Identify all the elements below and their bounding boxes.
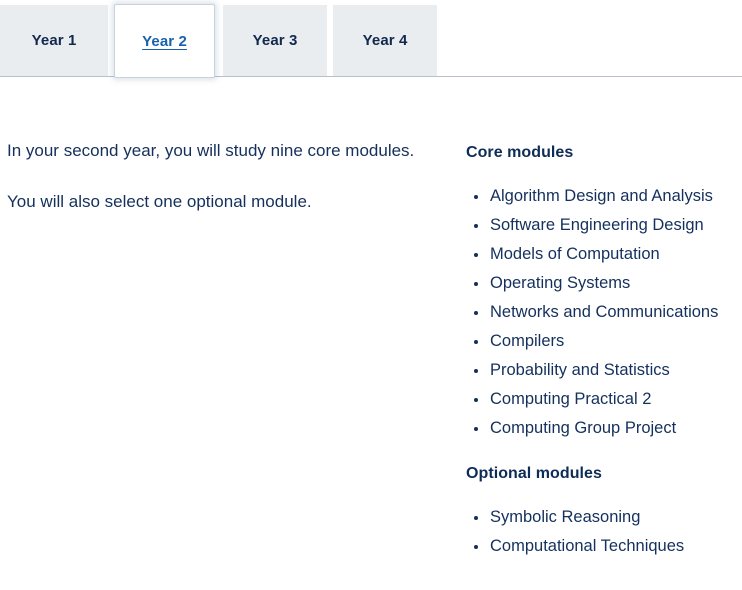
list-item: Computing Practical 2 xyxy=(466,385,742,414)
tab-year-4[interactable]: Year 4 xyxy=(333,5,437,76)
intro-paragraph-optional: You will also select one optional module… xyxy=(7,192,312,211)
tab-year-1-label: Year 1 xyxy=(31,32,77,49)
modules-column: Core modules Algorithm Design and Analys… xyxy=(466,143,742,561)
list-item: Symbolic Reasoning xyxy=(466,503,742,532)
optional-modules-heading: Optional modules xyxy=(466,465,602,482)
tab-year-3-label: Year 3 xyxy=(252,32,298,49)
list-item: Operating Systems xyxy=(466,269,742,298)
tab-year-1[interactable]: Year 1 xyxy=(0,5,108,76)
list-item: Computing Group Project xyxy=(466,414,742,443)
optional-modules-list: Symbolic Reasoning Computational Techniq… xyxy=(466,503,742,561)
list-item: Probability and Statistics xyxy=(466,356,742,385)
tab-year-3[interactable]: Year 3 xyxy=(223,5,327,76)
list-item: Models of Computation xyxy=(466,240,742,269)
tab-year-2[interactable]: Year 2 xyxy=(114,4,215,78)
core-modules-heading: Core modules xyxy=(466,144,574,161)
list-item: Software Engineering Design xyxy=(466,211,742,240)
list-item: Networks and Communications xyxy=(466,298,742,327)
list-item: Computational Techniques xyxy=(466,532,742,561)
year-summary-column: In your second year, you will study nine… xyxy=(7,140,447,242)
list-item: Algorithm Design and Analysis xyxy=(466,182,742,211)
tab-year-2-label[interactable]: Year 2 xyxy=(142,33,187,50)
core-modules-list: Algorithm Design and Analysis Software E… xyxy=(466,182,742,443)
year-tab-strip: Year 1 Year 2 Year 3 Year 4 xyxy=(0,0,742,78)
intro-paragraph-core: In your second year, you will study nine… xyxy=(7,141,415,160)
modules-section-spacer xyxy=(466,443,742,464)
tab-panel-year-2: In your second year, you will study nine… xyxy=(0,77,742,590)
tab-year-4-label: Year 4 xyxy=(362,32,408,49)
list-item: Compilers xyxy=(466,327,742,356)
